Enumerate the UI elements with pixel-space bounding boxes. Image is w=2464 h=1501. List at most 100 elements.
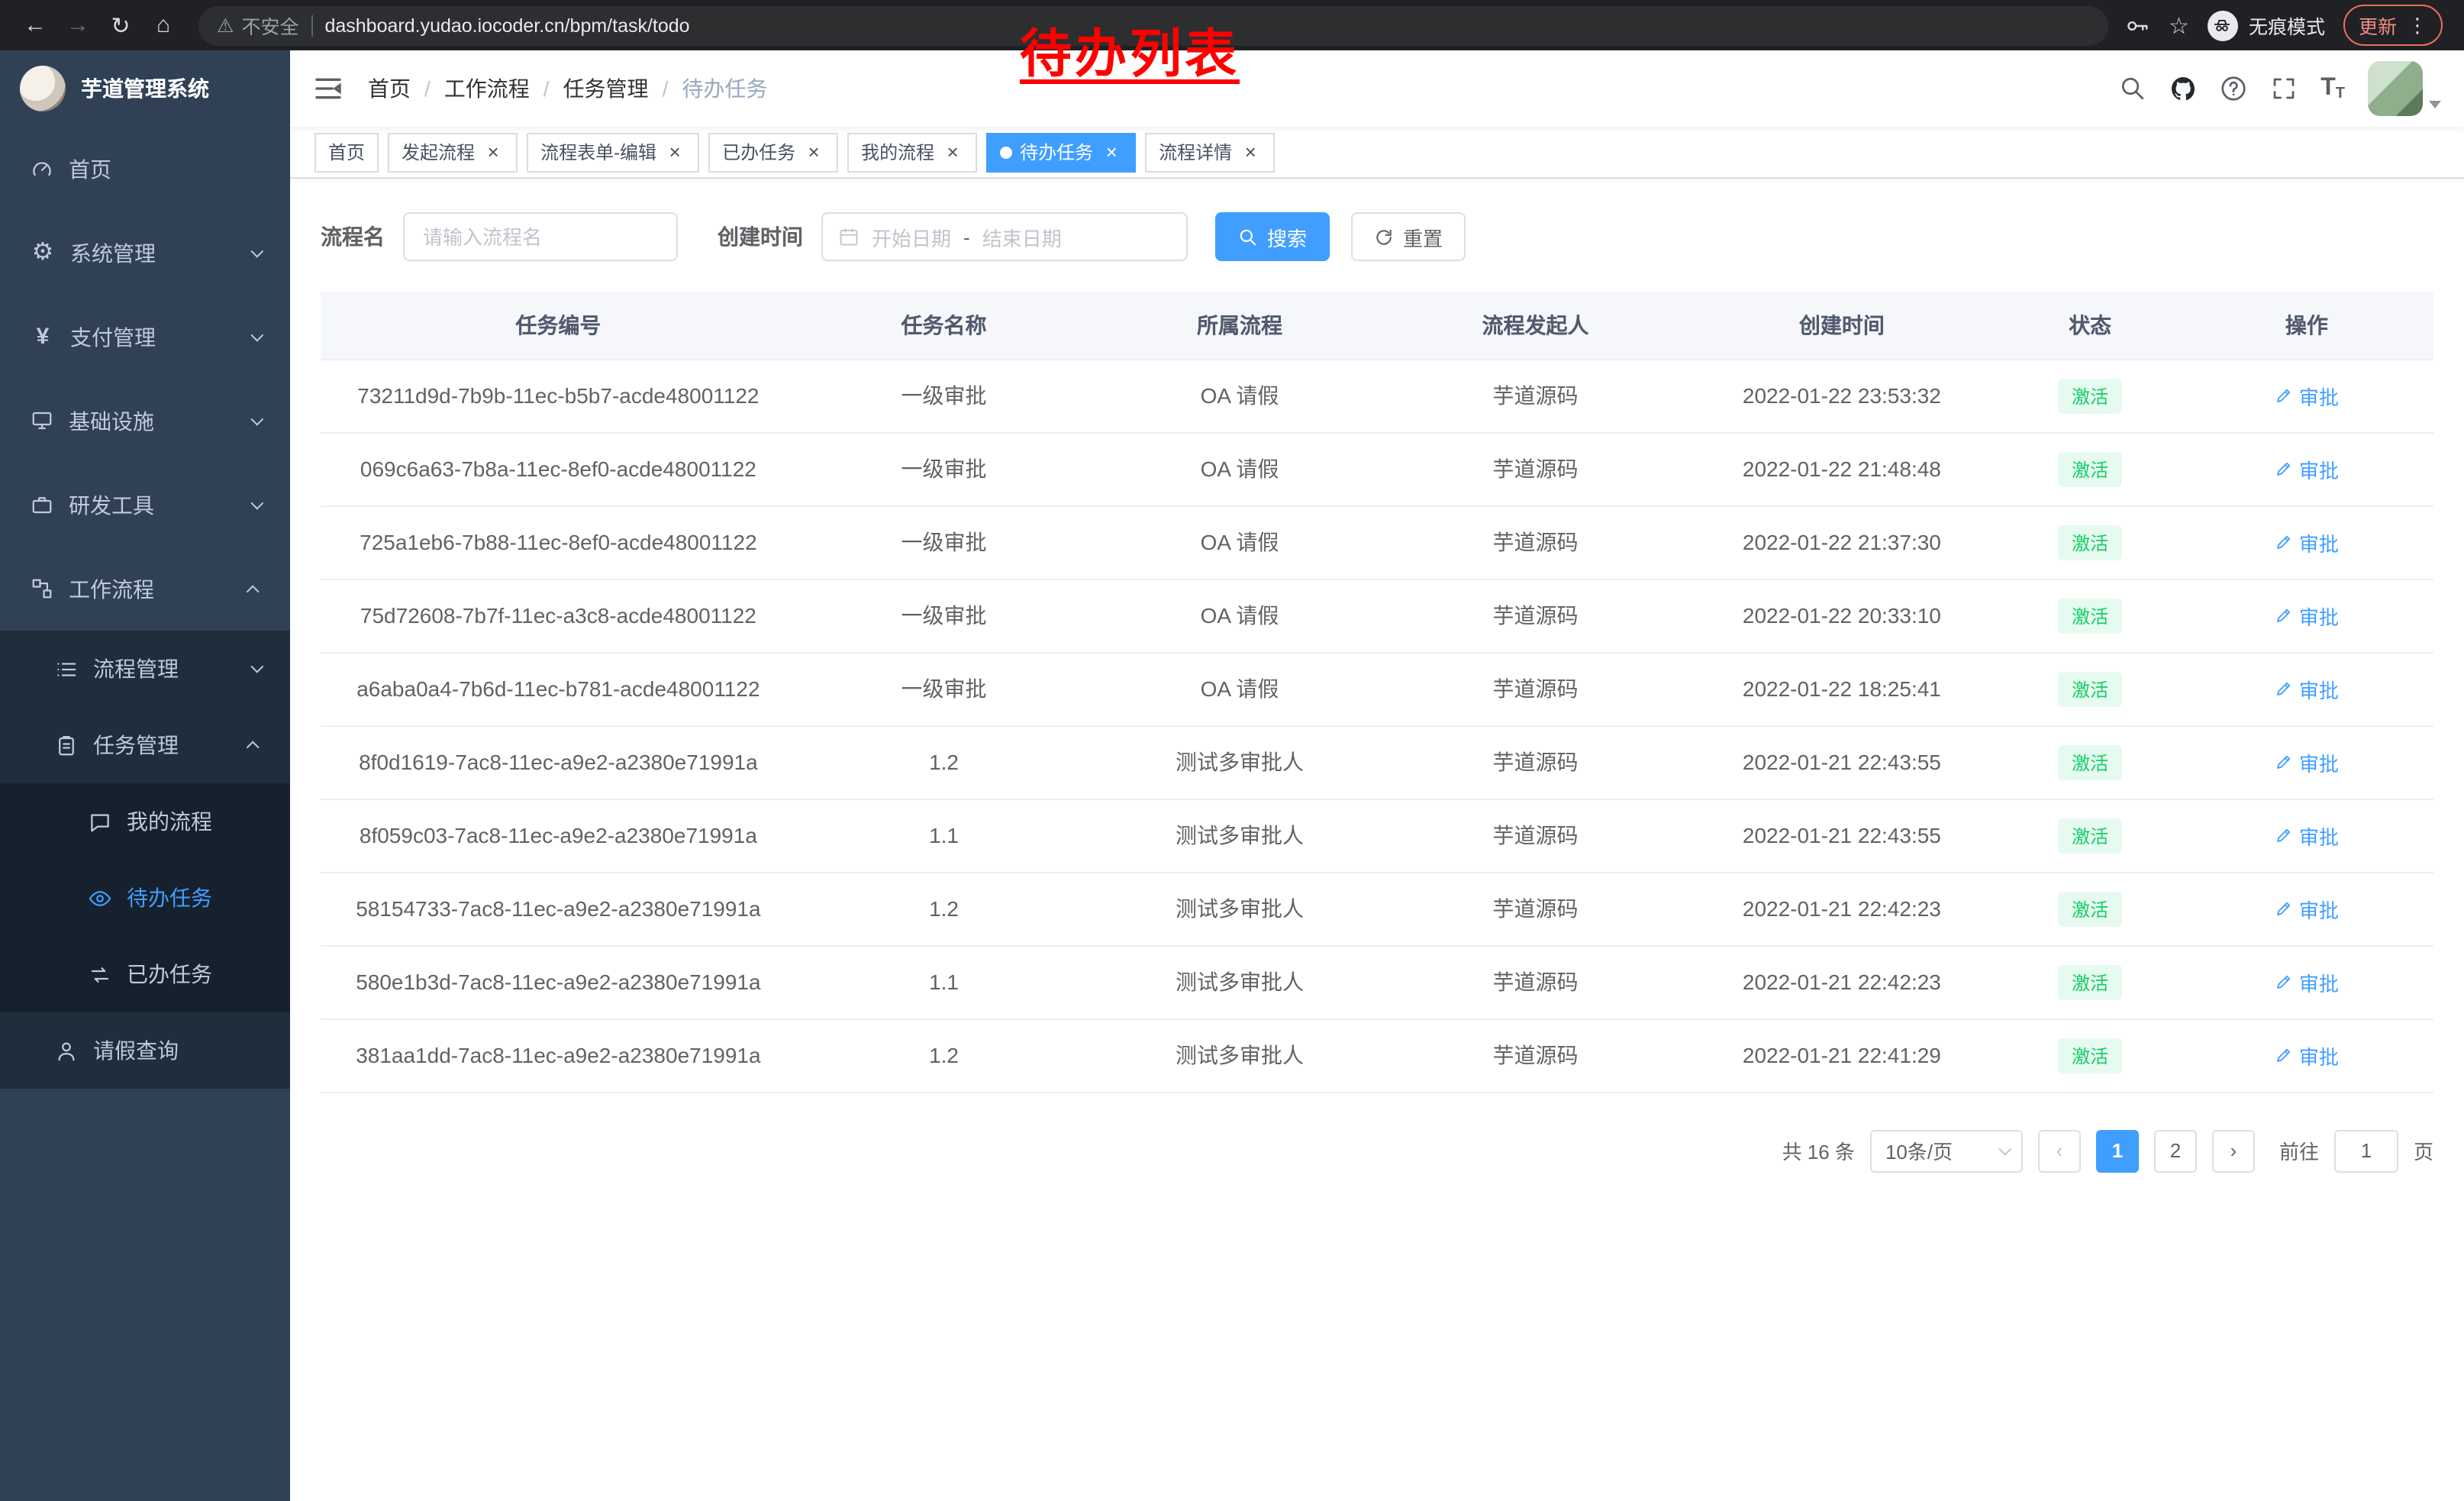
user-menu[interactable] — [2368, 61, 2441, 116]
fullscreen-icon[interactable] — [2270, 75, 2298, 102]
tab-close-icon[interactable]: × — [942, 141, 963, 163]
app-logo-icon — [20, 66, 66, 111]
font-size-icon[interactable]: TT — [2320, 75, 2345, 102]
approve-link[interactable]: 审批 — [2275, 381, 2339, 410]
table-cell: 73211d9d-7b9b-11ec-b5b7-acde48001122 — [321, 359, 796, 432]
refresh-icon — [1374, 227, 1394, 247]
table-cell: OA 请假 — [1092, 432, 1388, 505]
sidebar-item-devtools[interactable]: 研发工具 — [0, 463, 290, 547]
home-icon[interactable]: ⌂ — [144, 5, 183, 45]
browser-menu-icon[interactable]: ⋮ — [2408, 13, 2427, 37]
sidebar-item-my-processes[interactable]: 我的流程 — [0, 783, 290, 860]
sidebar-item-leave-query[interactable]: 请假查询 — [0, 1012, 290, 1089]
table-cell: a6aba0a4-7b6d-11ec-b781-acde48001122 — [321, 652, 796, 725]
table-row: 8f0d1619-7ac8-11ec-a9e2-a2380e71991a1.2测… — [321, 725, 2433, 799]
col-created: 创建时间 — [1683, 292, 2000, 359]
table-cell: 激活 — [2000, 652, 2179, 725]
approve-link[interactable]: 审批 — [2275, 601, 2339, 630]
sidebar-collapse-icon[interactable] — [313, 73, 343, 104]
approve-link[interactable]: 审批 — [2275, 454, 2339, 483]
total-count: 共 16 条 — [1782, 1136, 1855, 1165]
approve-link[interactable]: 审批 — [2275, 1041, 2339, 1070]
search-button[interactable]: 搜索 — [1215, 212, 1330, 261]
help-icon[interactable] — [2220, 75, 2247, 102]
tab-close-icon[interactable]: × — [1240, 141, 1261, 163]
tab-close-icon[interactable]: × — [664, 141, 685, 163]
tab-已办任务[interactable]: 已办任务× — [708, 132, 838, 172]
forward-icon[interactable]: → — [58, 5, 98, 45]
sidebar-item-todo-tasks[interactable]: 待办任务 — [0, 860, 290, 936]
approve-label: 审批 — [2299, 894, 2339, 923]
bookmark-star-icon[interactable]: ☆ — [2169, 11, 2189, 39]
table-cell: 激活 — [2000, 945, 2179, 1018]
approve-link[interactable]: 审批 — [2275, 894, 2339, 923]
prev-page-button[interactable]: ‹ — [2038, 1129, 2081, 1172]
breadcrumb-task-management[interactable]: 任务管理 — [563, 73, 649, 104]
app: 芋道管理系统 首页 ⚙ 系统管理 ¥ 支付管理 基础设施 — [0, 50, 2464, 1501]
page-button-1[interactable]: 1 — [2096, 1129, 2139, 1172]
back-icon[interactable]: ← — [15, 5, 55, 45]
tab-close-icon[interactable]: × — [1101, 141, 1122, 163]
avatar[interactable] — [2368, 61, 2423, 116]
table-cell: 激活 — [2000, 872, 2179, 945]
sidebar-item-workflow[interactable]: 工作流程 — [0, 547, 290, 631]
approve-link[interactable]: 审批 — [2275, 528, 2339, 557]
date-range-picker[interactable]: 开始日期 - 结束日期 — [821, 212, 1188, 261]
table-row: 8f059c03-7ac8-11ec-a9e2-a2380e71991a1.1测… — [321, 799, 2433, 872]
sidebar-item-process-management[interactable]: 流程管理 — [0, 631, 290, 707]
approve-label: 审批 — [2299, 967, 2339, 996]
update-button[interactable]: 更新 ⋮ — [2343, 5, 2443, 46]
chevron-down-icon — [250, 660, 263, 673]
approve-link[interactable]: 审批 — [2275, 821, 2339, 850]
table-cell: 芋道源码 — [1388, 945, 1684, 1018]
tab-待办任务[interactable]: 待办任务× — [986, 132, 1136, 172]
tab-流程表单-编辑[interactable]: 流程表单-编辑× — [527, 132, 699, 172]
table-cell: 芋道源码 — [1388, 432, 1684, 505]
tab-close-icon[interactable]: × — [803, 141, 824, 163]
sidebar-item-home[interactable]: 首页 — [0, 127, 290, 211]
sidebar-item-system[interactable]: ⚙ 系统管理 — [0, 211, 290, 295]
table-cell: 芋道源码 — [1388, 1018, 1684, 1092]
search-icon — [1238, 227, 1258, 247]
security-chip[interactable]: ⚠ 不安全 — [217, 11, 298, 40]
app-logo-row[interactable]: 芋道管理系统 — [0, 50, 290, 127]
approve-link[interactable]: 审批 — [2275, 747, 2339, 776]
gear-icon: ⚙ — [31, 240, 55, 265]
sidebar-item-infrastructure[interactable]: 基础设施 — [0, 379, 290, 463]
process-name-input[interactable] — [408, 214, 673, 260]
sidebar-item-payment[interactable]: ¥ 支付管理 — [0, 295, 290, 379]
navbar-actions: TT — [2119, 61, 2441, 116]
search-icon[interactable] — [2119, 75, 2146, 102]
sidebar-item-task-management[interactable]: 任务管理 — [0, 707, 290, 783]
reset-button[interactable]: 重置 — [1351, 212, 1466, 261]
github-icon[interactable] — [2169, 75, 2197, 102]
tab-首页[interactable]: 首页 — [314, 132, 379, 172]
table-cell: 8f059c03-7ac8-11ec-a9e2-a2380e71991a — [321, 799, 796, 872]
table-cell: 审批 — [2180, 505, 2433, 579]
approve-label: 审批 — [2299, 528, 2339, 557]
reset-button-label: 重置 — [1403, 222, 1443, 251]
approve-link[interactable]: 审批 — [2275, 967, 2339, 996]
reload-icon[interactable]: ↻ — [101, 5, 140, 45]
sidebar-item-done-tasks[interactable]: 已办任务 — [0, 936, 290, 1012]
breadcrumb-home[interactable]: 首页 — [368, 73, 411, 104]
table-cell: 审批 — [2180, 1018, 2433, 1092]
tab-发起流程[interactable]: 发起流程× — [388, 132, 518, 172]
page-button-2[interactable]: 2 — [2154, 1129, 2197, 1172]
tab-流程详情[interactable]: 流程详情× — [1145, 132, 1275, 172]
tab-我的流程[interactable]: 我的流程× — [847, 132, 977, 172]
tab-close-icon[interactable]: × — [482, 141, 504, 163]
table-row: 580e1b3d-7ac8-11ec-a9e2-a2380e71991a1.1测… — [321, 945, 2433, 1018]
status-badge: 激活 — [2058, 964, 2122, 999]
table-cell: 2022-01-21 22:42:23 — [1683, 872, 2000, 945]
table-cell: 069c6a63-7b8a-11ec-8ef0-acde48001122 — [321, 432, 796, 505]
table-cell: 2022-01-22 21:37:30 — [1683, 505, 2000, 579]
approve-link[interactable]: 审批 — [2275, 674, 2339, 703]
edit-icon — [2275, 973, 2293, 991]
goto-page-input[interactable] — [2334, 1129, 2398, 1172]
sidebar: 芋道管理系统 首页 ⚙ 系统管理 ¥ 支付管理 基础设施 — [0, 50, 290, 1501]
breadcrumb-workflow[interactable]: 工作流程 — [444, 73, 530, 104]
page-size-select[interactable]: 10条/页 — [1870, 1129, 2023, 1172]
next-page-button[interactable]: › — [2212, 1129, 2255, 1172]
password-key-icon[interactable] — [2123, 11, 2150, 39]
